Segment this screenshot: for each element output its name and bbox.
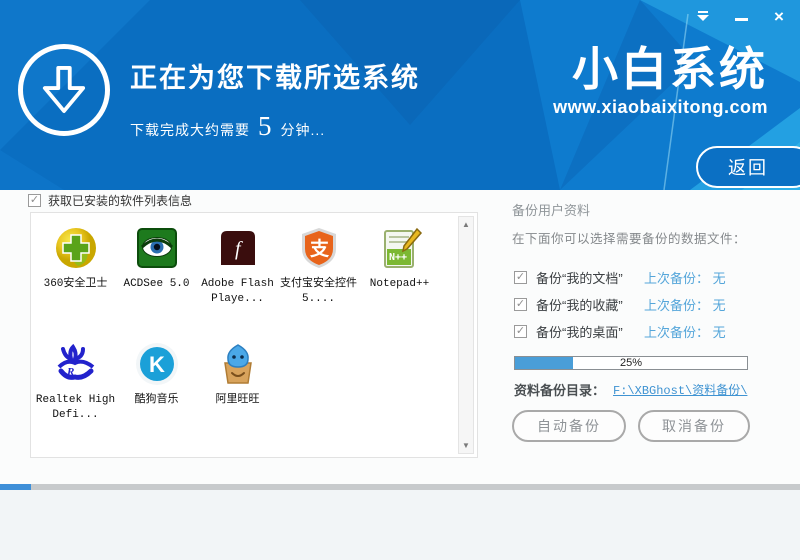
main-content: ✓ 获取已安装的软件列表信息 360安全卫士 ACDSee 5.0 f Adob… — [0, 190, 800, 484]
software-item-label: ACDSee 5.0 — [123, 278, 190, 290]
alipay-shield-icon: 支 — [301, 228, 336, 268]
svg-text:K: K — [149, 352, 165, 377]
backup-last-link[interactable]: 上次备份： 无 — [644, 295, 726, 314]
scrollbar-up-icon[interactable]: ▲ — [459, 217, 473, 232]
backup-row-label: 备份“我的收藏” — [536, 298, 623, 313]
software-item-label: Adobe Flash Playe... — [201, 278, 274, 305]
backup-dir-link[interactable]: F:\XBGhost\资料备份\ — [613, 381, 747, 398]
software-item-kugou[interactable]: K 酷狗音乐 — [116, 335, 197, 447]
window-controls: × — [692, 6, 790, 26]
status-bar: 下载状态： 正在下载 保存路径： F:\XBGhost\xiaobai_win7… — [0, 490, 800, 560]
backup-dir-label: 资料备份目录： — [514, 383, 606, 398]
header: × 正在为您下载所选系统 下载完成大约需要 5 分钟... 小白系统 www.x… — [0, 0, 800, 190]
software-item-360[interactable]: 360安全卫士 — [35, 219, 116, 331]
close-icon[interactable]: × — [768, 6, 790, 26]
page-title: 正在为您下载所选系统 — [130, 63, 420, 93]
backup-dir-row: 资料备份目录： F:\XBGhost\资料备份\ — [514, 380, 747, 399]
360-safety-icon — [55, 228, 96, 268]
software-item-label: 阿里旺旺 — [215, 394, 260, 406]
backup-progress-bar: 25% — [514, 356, 748, 370]
aliwangwang-icon — [223, 344, 252, 384]
subtitle-prefix: 下载完成大约需要 — [130, 122, 250, 138]
software-item-label: 360安全卫士 — [43, 278, 108, 290]
software-item-flash[interactable]: f Adobe Flash Playe... — [197, 219, 278, 331]
software-item-label: Realtek High Defi... — [35, 394, 116, 421]
backup-documents-checkbox[interactable]: ✓ — [514, 271, 527, 284]
software-item-notepadpp[interactable]: N++ Notepad++ — [359, 219, 440, 331]
svg-text:R: R — [66, 366, 74, 378]
download-circle-icon — [18, 44, 110, 136]
software-item-alipay[interactable]: 支 支付宝安全控件 5.... — [278, 219, 359, 331]
backup-row-documents: ✓ 备份“我的文档” 上次备份： 无 — [514, 268, 726, 287]
collapse-icon[interactable] — [692, 6, 714, 26]
backup-row-label: 备份“我的桌面” — [536, 325, 623, 340]
software-item-label: 酷狗音乐 — [134, 394, 179, 406]
software-list-checkbox[interactable]: ✓ — [28, 194, 41, 207]
back-button[interactable]: 返回 — [696, 146, 800, 188]
scrollbar-down-icon[interactable]: ▼ — [459, 438, 473, 453]
backup-desktop-checkbox[interactable]: ✓ — [514, 325, 527, 338]
installed-software-panel: 360安全卫士 ACDSee 5.0 f Adobe Flash Playe..… — [30, 212, 478, 458]
svg-text:N++: N++ — [389, 252, 407, 263]
cancel-backup-button[interactable]: 取消备份 — [638, 410, 750, 442]
software-item-acdsee[interactable]: ACDSee 5.0 — [116, 219, 197, 331]
acdsee-icon — [136, 228, 177, 268]
download-arrow-icon — [42, 66, 86, 113]
svg-text:支: 支 — [309, 238, 330, 260]
software-item-label: Notepad++ — [369, 278, 430, 290]
software-item-realtek[interactable]: R Realtek High Defi... — [35, 335, 116, 447]
software-item-label: 支付宝安全控件 5.... — [280, 278, 357, 305]
software-item-aliwangwang[interactable]: 阿里旺旺 — [197, 335, 278, 447]
minimize-icon[interactable] — [730, 6, 752, 26]
kugou-icon: K — [135, 343, 178, 385]
page-subtitle: 下载完成大约需要 5 分钟... — [130, 111, 420, 142]
subtitle-suffix: 分钟... — [280, 122, 326, 138]
backup-panel-title: 备份用户资料 — [512, 203, 591, 218]
backup-row-label: 备份“我的文档” — [536, 271, 623, 286]
software-list-checkbox-label: 获取已安装的软件列表信息 — [48, 194, 193, 208]
realtek-icon: R — [57, 343, 94, 380]
header-title-block: 正在为您下载所选系统 下载完成大约需要 5 分钟... — [130, 56, 420, 142]
backup-row-favorites: ✓ 备份“我的收藏” 上次备份： 无 — [514, 295, 726, 314]
backup-favorites-checkbox[interactable]: ✓ — [514, 298, 527, 311]
software-grid: 360安全卫士 ACDSee 5.0 f Adobe Flash Playe..… — [35, 219, 447, 451]
software-scrollbar[interactable]: ▲ ▼ — [458, 216, 474, 454]
notepad-plus-icon: N++ — [383, 227, 422, 268]
brand-logo: 小白系统 — [572, 43, 768, 95]
brand-url: www.xiaobaixitong.com — [553, 96, 768, 117]
backup-row-desktop: ✓ 备份“我的桌面” 上次备份： 无 — [514, 322, 726, 341]
backup-last-link[interactable]: 上次备份： 无 — [644, 322, 726, 341]
brand-block: 小白系统 www.xiaobaixitong.com — [553, 44, 768, 118]
flash-player-icon: f — [220, 231, 255, 265]
subtitle-minutes: 5 — [258, 111, 273, 141]
software-list-checkbox-row: ✓ 获取已安装的软件列表信息 — [28, 192, 192, 209]
backup-panel-description: 在下面你可以选择需要备份的数据文件： — [512, 232, 747, 246]
backup-progress-text: 25% — [619, 357, 643, 369]
backup-last-link[interactable]: 上次备份： 无 — [644, 268, 726, 287]
app-window: × 正在为您下载所选系统 下载完成大约需要 5 分钟... 小白系统 www.x… — [0, 0, 800, 560]
auto-backup-button[interactable]: 自动备份 — [512, 410, 626, 442]
